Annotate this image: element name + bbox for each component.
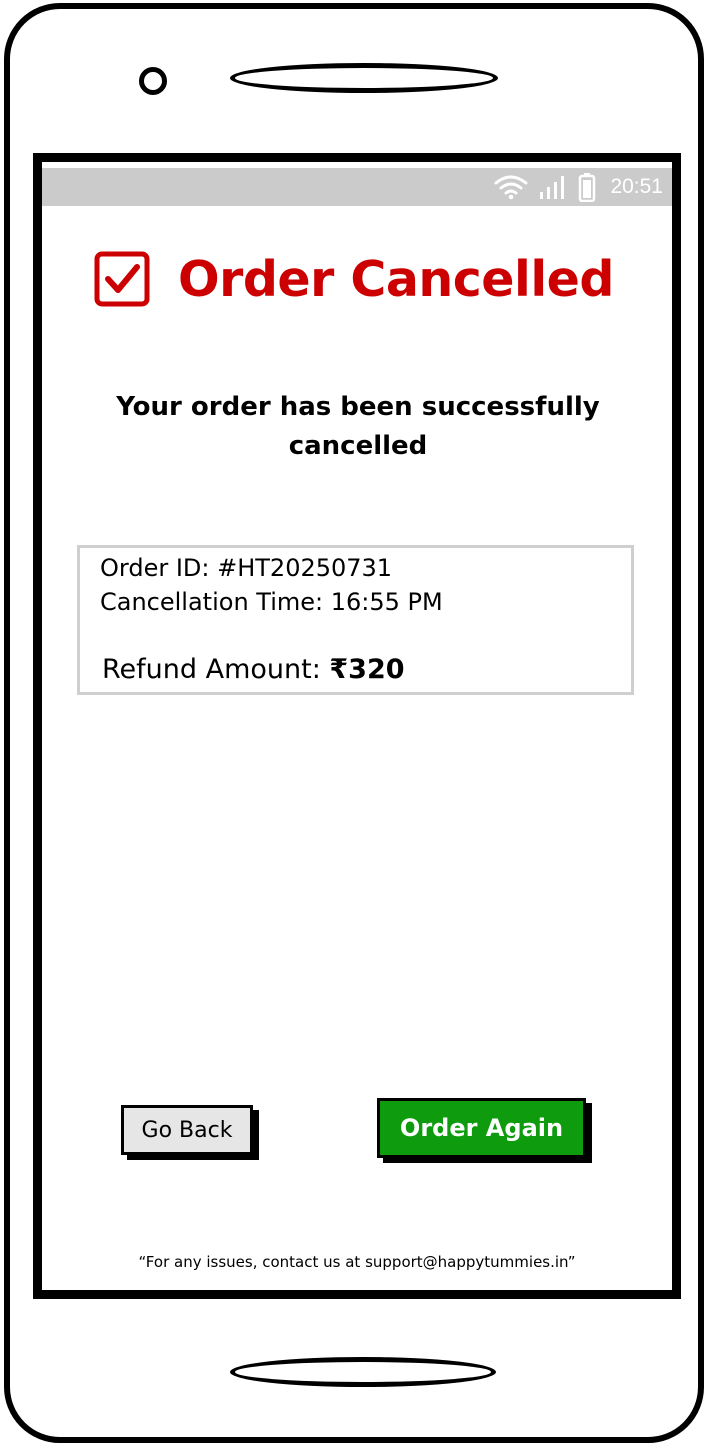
wifi-icon — [494, 175, 528, 200]
order-id: Order ID: #HT20250731 — [100, 554, 393, 582]
support-contact-note: “For any issues, contact us at support@h… — [138, 1253, 576, 1271]
order-details-card: Order ID: #HT20250731 Cancellation Time:… — [77, 545, 634, 695]
phone-screen: 20:51 Order Cancelled Your order has bee… — [33, 153, 681, 1299]
status-icons: 20:51 — [494, 172, 663, 202]
checkbox-checked-icon — [94, 251, 150, 307]
status-time: 20:51 — [610, 175, 663, 198]
success-message: Your order has been successfully cancell… — [116, 392, 600, 461]
refund-amount-row: Refund Amount: ₹320 — [102, 654, 405, 685]
order-again-button[interactable]: Order Again — [377, 1098, 586, 1158]
go-back-button[interactable]: Go Back — [121, 1105, 253, 1155]
signal-icon — [540, 176, 565, 199]
battery-icon — [579, 173, 596, 202]
front-camera-icon — [139, 67, 167, 95]
page-title: Order Cancelled — [178, 250, 614, 308]
refund-amount: ₹320 — [329, 654, 405, 685]
home-bar — [230, 1357, 496, 1387]
title-row: Order Cancelled — [94, 244, 614, 314]
earpiece-speaker — [230, 63, 498, 93]
refund-label: Refund Amount: — [102, 654, 330, 685]
cancellation-time: Cancellation Time: 16:55 PM — [100, 588, 443, 616]
status-bar: 20:51 — [42, 168, 672, 206]
